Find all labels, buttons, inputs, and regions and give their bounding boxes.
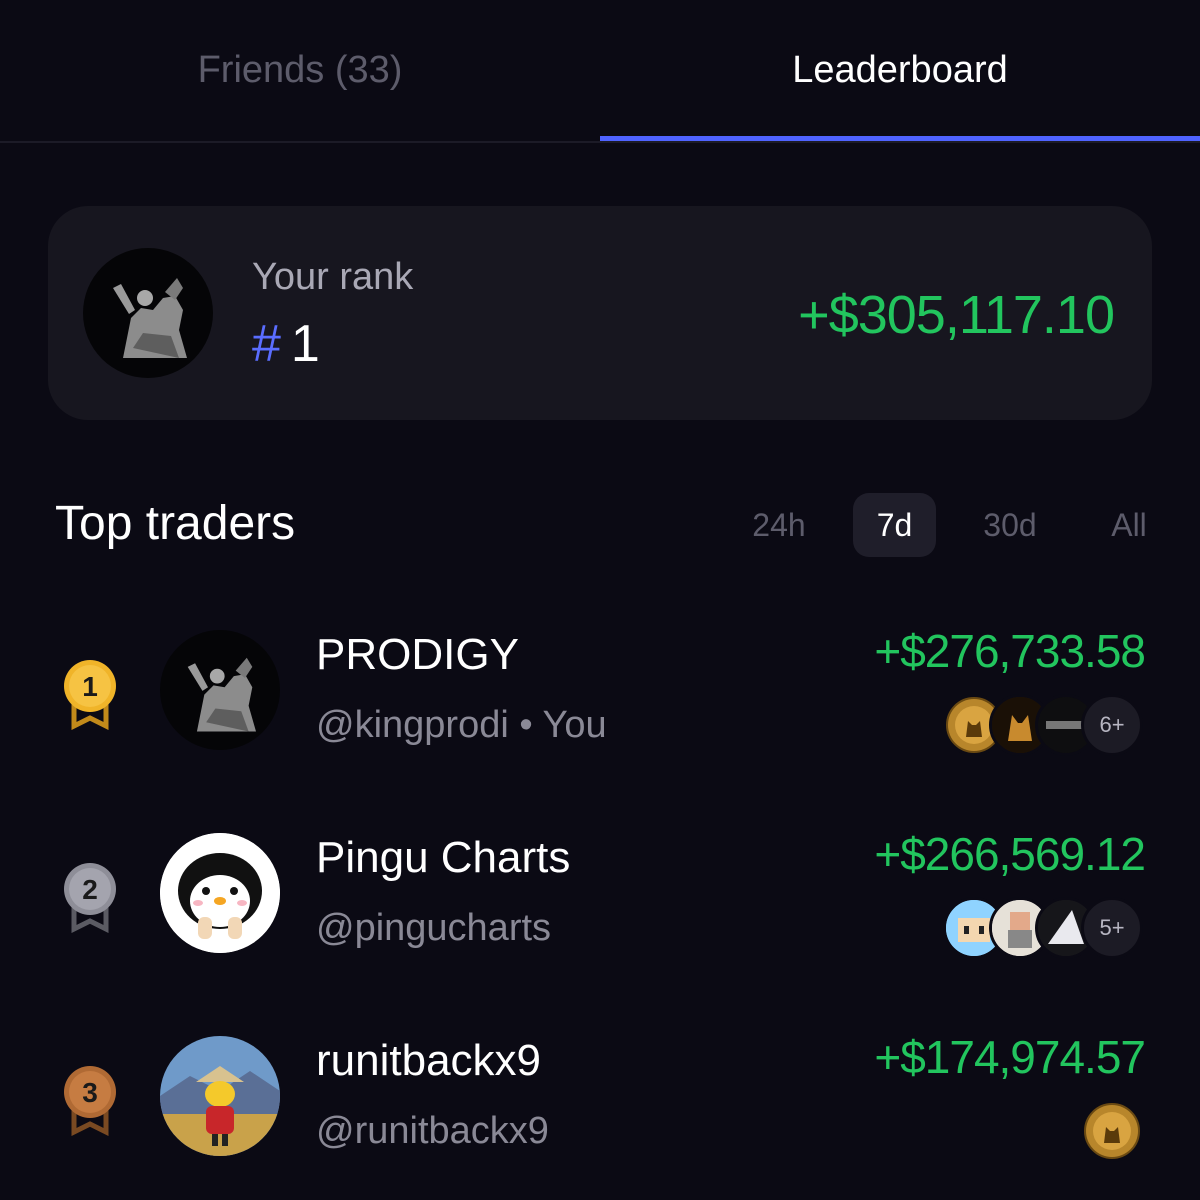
statue-avatar-icon — [83, 248, 213, 378]
trader-name: Pingu Charts — [316, 833, 571, 882]
medal-rank: 1 — [82, 671, 98, 702]
rank-hash: # — [252, 315, 281, 373]
samurai-avatar-icon — [160, 1036, 280, 1156]
medal-rank: 2 — [82, 874, 98, 905]
period-selector: 24h 7d 30d All — [0, 493, 1200, 557]
more-tokens-badge: 5+ — [1081, 897, 1143, 959]
trader-row[interactable]: 3 runitbackx9 @runitbackx9 +$174,974.57 — [0, 1016, 1200, 1200]
gold-cat-coin-icon — [1081, 1100, 1143, 1162]
tab-bar: Friends (33) Leaderboard — [0, 0, 1200, 143]
avatar — [160, 630, 280, 750]
your-rank-number: #1 — [252, 314, 320, 374]
your-rank-label: Your rank — [252, 256, 414, 298]
statue-avatar-icon — [160, 630, 280, 750]
trader-pnl: +$276,733.58 — [874, 625, 1146, 677]
period-30d[interactable]: 30d — [965, 493, 1055, 557]
your-rank-pnl: +$305,117.10 — [798, 285, 1115, 345]
bronze-medal-icon: 3 — [64, 1066, 116, 1136]
trader-handle: @pingucharts — [316, 907, 552, 949]
trader-pnl: +$174,974.57 — [874, 1031, 1146, 1083]
leaderboard-screen: Friends (33) Leaderboard Your rank #1 +$… — [0, 0, 1200, 1200]
token-stack: 6+ — [943, 694, 1143, 756]
token-stack — [1081, 1100, 1143, 1162]
trader-handle: @runitbackx9 — [316, 1110, 549, 1152]
gold-medal-icon: 1 — [64, 660, 116, 730]
period-7d[interactable]: 7d — [853, 493, 936, 557]
trader-handle: @kingprodi • You — [316, 704, 607, 746]
medal-rank: 3 — [82, 1077, 98, 1108]
more-tokens-badge: 6+ — [1081, 694, 1143, 756]
your-rank-card[interactable]: Your rank #1 +$305,117.10 — [48, 206, 1152, 420]
avatar — [160, 1036, 280, 1156]
period-all[interactable]: All — [1090, 493, 1168, 557]
trader-row[interactable]: 2 Pingu Charts @pingucharts +$266,569.12 — [0, 813, 1200, 1013]
token-stack: 5+ — [943, 897, 1143, 959]
avatar — [160, 833, 280, 953]
avatar — [83, 248, 213, 378]
period-24h[interactable]: 24h — [735, 493, 823, 557]
trader-row[interactable]: 1 PRODIGY @kingprodi • You +$276,733.58 — [0, 610, 1200, 810]
silver-medal-icon: 2 — [64, 863, 116, 933]
trader-name: PRODIGY — [316, 630, 519, 679]
trader-name: runitbackx9 — [316, 1036, 542, 1085]
trader-pnl: +$266,569.12 — [874, 828, 1146, 880]
tab-leaderboard[interactable]: Leaderboard — [600, 0, 1200, 141]
tab-friends[interactable]: Friends (33) — [0, 0, 600, 141]
active-tab-indicator — [600, 136, 1200, 141]
rank-value: 1 — [290, 315, 320, 373]
penguin-avatar-icon — [160, 833, 280, 953]
